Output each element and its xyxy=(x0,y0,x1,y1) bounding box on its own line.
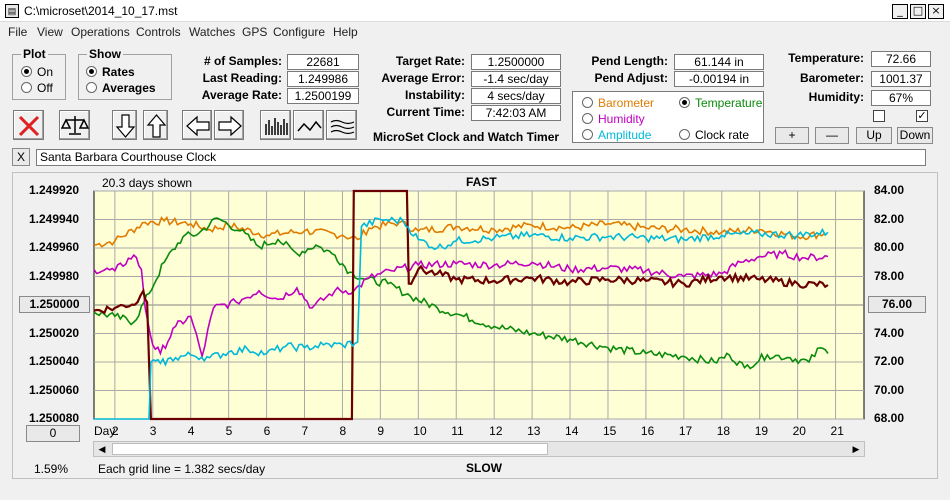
right-y-tick: 74.00 xyxy=(874,325,905,340)
left-y-tick: 1.249960 xyxy=(29,240,80,254)
day-tick: 7 xyxy=(301,424,309,438)
scroll-left-icon[interactable]: ◀ xyxy=(94,442,110,456)
day-tick: 4 xyxy=(187,424,195,438)
day-tick: 8 xyxy=(339,424,347,438)
left-y-tick: 1.250040 xyxy=(29,354,80,368)
right-y-tick: 68.00 xyxy=(874,411,905,425)
day-tick: 19 xyxy=(754,424,769,438)
scroll-thumb[interactable] xyxy=(112,443,548,455)
right-y-tick: 78.00 xyxy=(874,268,905,283)
day-tick: 18 xyxy=(716,424,731,438)
percent-label: 1.59% xyxy=(34,462,69,476)
day-tick: 5 xyxy=(225,424,233,438)
horizontal-scrollbar[interactable]: ◀ ▶ xyxy=(93,441,865,457)
day-tick: 2 xyxy=(111,424,119,438)
right-y-tick: 84.00 xyxy=(874,183,905,197)
day-tick: 11 xyxy=(451,424,464,438)
day-tick: 3 xyxy=(149,424,157,438)
center-temperature-button[interactable]: 76.00 xyxy=(868,296,926,313)
day-tick: 17 xyxy=(678,424,693,438)
day-tick: 14 xyxy=(565,424,579,438)
day-tick: 13 xyxy=(527,424,541,438)
day-tick: 6 xyxy=(263,424,271,438)
left-y-tick: 1.250080 xyxy=(29,411,80,425)
left-y-tick: 1.249980 xyxy=(29,268,80,283)
day-tick: 12 xyxy=(489,424,503,438)
day-tick: 20 xyxy=(792,424,806,438)
right-y-tick: 82.00 xyxy=(874,211,905,226)
left-y-tick: 1.250020 xyxy=(29,325,80,340)
right-y-tick: 72.00 xyxy=(874,354,905,368)
day-tick: 21 xyxy=(830,424,844,438)
left-y-tick: 1.250060 xyxy=(29,382,80,397)
grid-note: Each grid line = 1.382 secs/day xyxy=(98,462,266,476)
right-y-tick: 70.00 xyxy=(874,382,905,397)
center-rate-button[interactable]: 1.250000 xyxy=(19,296,90,313)
slow-label: SLOW xyxy=(466,461,502,475)
right-y-tick: 80.00 xyxy=(874,240,905,254)
scroll-right-icon[interactable]: ▶ xyxy=(848,442,864,456)
day-tick: 10 xyxy=(413,424,427,438)
left-y-tick: 1.249940 xyxy=(29,211,80,226)
day-tick: 9 xyxy=(377,424,385,438)
day-tick: 15 xyxy=(602,424,617,438)
zero-button[interactable]: 0 xyxy=(26,425,80,442)
left-y-tick: 1.249920 xyxy=(29,183,80,197)
day-tick: 16 xyxy=(640,424,655,438)
rate-chart xyxy=(93,189,865,421)
